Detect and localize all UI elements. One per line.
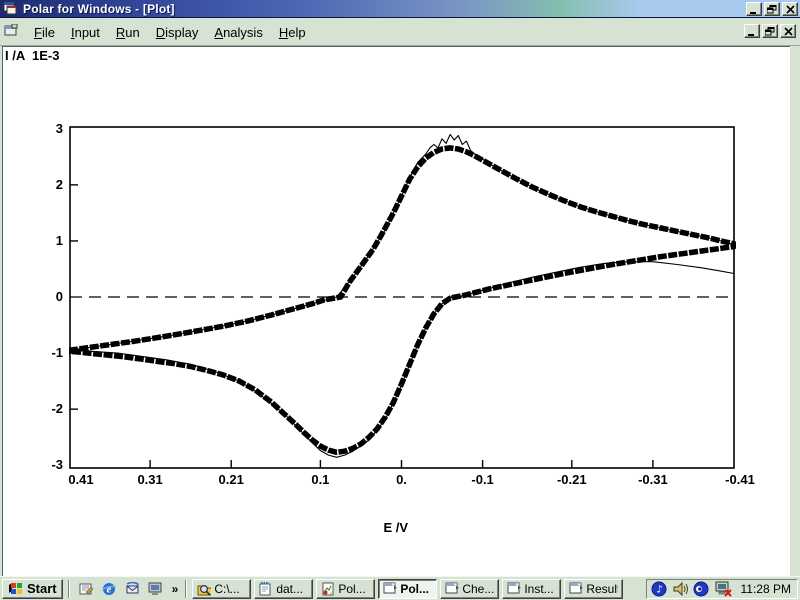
y-tick-label: 0 bbox=[29, 289, 63, 304]
player-blue2-icon bbox=[693, 581, 710, 597]
taskbar-button-0[interactable]: C:\... bbox=[192, 579, 251, 599]
quick-launch-ie-icon[interactable]: e bbox=[101, 580, 118, 597]
app-icon[interactable] bbox=[3, 1, 19, 17]
taskbar-button-5[interactable]: Inst... bbox=[502, 579, 561, 599]
system-tray: ♪ 11:28 PM bbox=[646, 579, 798, 599]
window-minimize-button[interactable] bbox=[746, 2, 762, 16]
menu-item-analysis[interactable]: Analysis bbox=[206, 22, 270, 43]
notepad-icon bbox=[259, 582, 273, 596]
ie-icon: e bbox=[101, 581, 117, 596]
tray-computer-offline-icon[interactable] bbox=[714, 580, 732, 597]
svg-text:e: e bbox=[107, 584, 112, 596]
y-axis-title: I /A 1E-3 bbox=[5, 48, 59, 63]
app-icon bbox=[3, 1, 17, 15]
y-tick-label: -3 bbox=[29, 457, 63, 472]
app-window-icon bbox=[445, 582, 459, 596]
curve-fit bbox=[69, 134, 734, 457]
menu-item-file[interactable]: File bbox=[26, 22, 63, 43]
child-system-menu-icon bbox=[4, 24, 18, 37]
svg-text:♪: ♪ bbox=[656, 584, 662, 595]
quick-launch-viewer-icon[interactable] bbox=[147, 580, 164, 597]
app-window-icon bbox=[569, 582, 583, 596]
menu-item-run[interactable]: Run bbox=[108, 22, 148, 43]
taskbar-button-6[interactable]: Result bbox=[564, 579, 623, 599]
app-window-icon bbox=[507, 582, 521, 596]
title-bar: Polar for Windows - [Plot] bbox=[0, 0, 800, 18]
quick-launch-bar: e bbox=[75, 580, 167, 597]
window-title: Polar for Windows - [Plot] bbox=[23, 2, 175, 16]
plot-window-close-button[interactable] bbox=[780, 24, 796, 38]
x-tick-label: 0.31 bbox=[128, 472, 172, 487]
viewer-icon bbox=[148, 582, 163, 596]
x-tick-label: 0.21 bbox=[209, 472, 253, 487]
tray-player-blue2-icon[interactable] bbox=[693, 580, 711, 597]
voltammogram-canvas bbox=[69, 126, 736, 470]
quick-launch-show-desktop-icon[interactable] bbox=[78, 580, 95, 597]
windows-logo-icon bbox=[8, 581, 23, 595]
folder-magnifier-icon bbox=[197, 582, 211, 596]
taskbar-button-3[interactable]: Pol... bbox=[378, 579, 437, 599]
polar-doc-icon bbox=[321, 582, 335, 596]
tray-clock: 11:28 PM bbox=[741, 582, 791, 596]
plot-window-restore-button[interactable] bbox=[762, 24, 778, 38]
taskbar-button-2[interactable]: Pol... bbox=[316, 579, 375, 599]
taskbar-button-label: Inst... bbox=[524, 582, 553, 596]
start-label: Start bbox=[27, 581, 57, 596]
taskbar-button-label: Result bbox=[586, 582, 618, 596]
curve-experimental bbox=[69, 148, 734, 452]
taskbar-divider bbox=[185, 580, 187, 598]
minimize-icon bbox=[747, 27, 757, 36]
child-system-menu-icon[interactable] bbox=[4, 24, 20, 40]
speaker-icon bbox=[672, 581, 689, 597]
restore-icon bbox=[765, 27, 775, 36]
taskbar-button-label: Pol... bbox=[338, 582, 365, 596]
taskbar-divider bbox=[68, 580, 70, 598]
restore-icon bbox=[767, 5, 777, 14]
taskbar-button-label: dat... bbox=[276, 582, 303, 596]
taskbar-button-label: Che... bbox=[462, 582, 494, 596]
menu-item-help[interactable]: Help bbox=[271, 22, 314, 43]
window-restore-button[interactable] bbox=[764, 2, 780, 16]
x-tick-label: -0.41 bbox=[718, 472, 762, 487]
close-icon bbox=[786, 5, 795, 14]
plot-window-minimize-button[interactable] bbox=[744, 24, 760, 38]
y-tick-label: 3 bbox=[29, 121, 63, 136]
outlook-icon bbox=[125, 582, 140, 596]
taskbar-button-1[interactable]: dat... bbox=[254, 579, 313, 599]
app-window-icon bbox=[383, 582, 397, 596]
player-blue-icon: ♪ bbox=[651, 581, 668, 597]
minimize-icon bbox=[749, 5, 759, 14]
show-desktop-icon bbox=[79, 582, 94, 596]
quick-launch-overflow-chevron[interactable]: » bbox=[170, 582, 181, 596]
computer-offline-icon bbox=[714, 581, 732, 597]
window-close-button[interactable] bbox=[782, 2, 798, 16]
x-tick-label: -0.31 bbox=[631, 472, 675, 487]
taskbar-button-label: Pol... bbox=[400, 582, 429, 596]
tray-speaker-icon[interactable] bbox=[672, 580, 690, 597]
y-tick-label: 1 bbox=[29, 233, 63, 248]
windows-logo-icon bbox=[8, 581, 24, 597]
x-tick-label: -0.21 bbox=[550, 472, 594, 487]
y-tick-label: -2 bbox=[29, 401, 63, 416]
quick-launch-outlook-icon[interactable] bbox=[124, 580, 141, 597]
y-tick-label: -1 bbox=[29, 345, 63, 360]
y-tick-label: 2 bbox=[29, 177, 63, 192]
tray-player-blue-icon[interactable]: ♪ bbox=[651, 580, 669, 597]
x-axis-title: E /V bbox=[384, 520, 409, 535]
x-tick-label: -0.1 bbox=[461, 472, 505, 487]
close-icon bbox=[784, 27, 793, 36]
taskbar: Start e » C:\... dat... Pol... Pol... Che...… bbox=[0, 576, 800, 600]
plot-window: I /A 1E-3 E /V 0.41 0.31 0.21 0.1 0. -0.1 -0.2… bbox=[2, 46, 790, 576]
x-tick-label: 0.41 bbox=[59, 472, 103, 487]
menu-item-input[interactable]: Input bbox=[63, 22, 108, 43]
taskbar-button-label: C:\... bbox=[214, 582, 239, 596]
menu-bar: FileInputRunDisplayAnalysisHelp bbox=[0, 19, 800, 46]
taskbar-button-4[interactable]: Che... bbox=[440, 579, 499, 599]
start-button[interactable]: Start bbox=[2, 579, 63, 599]
x-tick-label: 0.1 bbox=[298, 472, 342, 487]
x-tick-label: 0. bbox=[380, 472, 424, 487]
menu-item-display[interactable]: Display bbox=[148, 22, 207, 43]
